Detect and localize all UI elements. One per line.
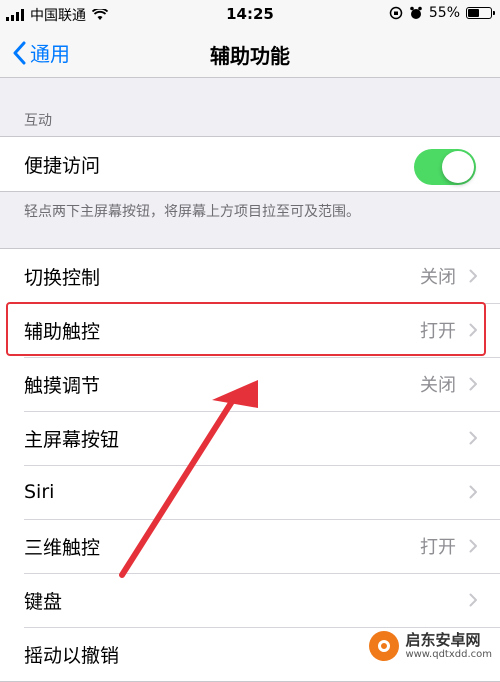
settings-row-value: 打开 xyxy=(420,537,456,558)
settings-row[interactable]: 触摸调节 关闭 xyxy=(0,357,500,411)
reachability-note: 轻点两下主屏幕按钮，将屏幕上方项目拉至可及范围。 xyxy=(24,204,360,220)
watermark-title: 启东安卓网 xyxy=(405,631,481,650)
reachability-group: 便捷访问 xyxy=(0,136,500,192)
settings-row-label: 触摸调节 xyxy=(24,374,101,397)
chevron-right-icon xyxy=(469,269,477,283)
settings-row-value: 关闭 xyxy=(420,267,456,288)
settings-row[interactable]: 键盘 xyxy=(0,573,500,627)
chevron-right-icon xyxy=(469,377,477,391)
battery-fill xyxy=(468,9,479,17)
status-right: 55% xyxy=(389,5,495,21)
chevron-right-icon xyxy=(469,323,477,337)
settings-row[interactable]: 主屏幕按钮 xyxy=(0,411,500,465)
settings-row[interactable]: 切换控制 关闭 xyxy=(0,249,500,303)
settings-row-label: 辅助触控 xyxy=(24,320,101,343)
reachability-row: 便捷访问 xyxy=(0,137,500,191)
chevron-right-icon xyxy=(469,539,477,553)
settings-row[interactable]: 三维触控 打开 xyxy=(0,519,500,573)
alarm-icon xyxy=(410,6,422,19)
watermark-url: www.qdtxdd.com xyxy=(405,648,492,660)
settings-row-value: 打开 xyxy=(420,321,456,342)
chevron-right-icon xyxy=(469,431,477,445)
reachability-label: 便捷访问 xyxy=(24,154,101,177)
reachability-toggle[interactable] xyxy=(414,149,476,185)
settings-row-label: 三维触控 xyxy=(24,536,101,559)
settings-row-label: 摇动以撤销 xyxy=(24,644,120,667)
page-title: 辅助功能 xyxy=(210,44,290,68)
status-bar: 中国联通 14:25 55% xyxy=(0,0,500,28)
chevron-right-icon xyxy=(469,485,477,499)
settings-row[interactable]: Siri xyxy=(0,465,500,519)
toggle-knob xyxy=(442,151,474,183)
battery-icon xyxy=(466,7,495,19)
orientation-lock-icon xyxy=(389,6,403,20)
navigation-bar: 通用 辅助功能 xyxy=(0,28,500,78)
watermark: 启东安卓网 www.qdtxdd.com xyxy=(369,631,492,661)
watermark-logo-icon xyxy=(369,631,400,661)
settings-row-label: Siri xyxy=(24,481,55,503)
settings-row-label: 键盘 xyxy=(24,590,63,613)
section-header-interaction: 互动 xyxy=(24,113,52,129)
settings-row-value: 关闭 xyxy=(420,375,456,396)
settings-row[interactable]: 辅助触控 打开 xyxy=(0,303,500,357)
settings-row-label: 切换控制 xyxy=(24,266,101,289)
settings-row-label: 主屏幕按钮 xyxy=(24,428,120,451)
chevron-right-icon xyxy=(469,593,477,607)
battery-percent: 55% xyxy=(428,5,460,21)
settings-list: 切换控制 关闭 辅助触控 打开 触摸调节 关闭 主屏幕按钮 Siri 三维触控 打开 键盘 摇动以撤销 xyxy=(0,248,500,682)
